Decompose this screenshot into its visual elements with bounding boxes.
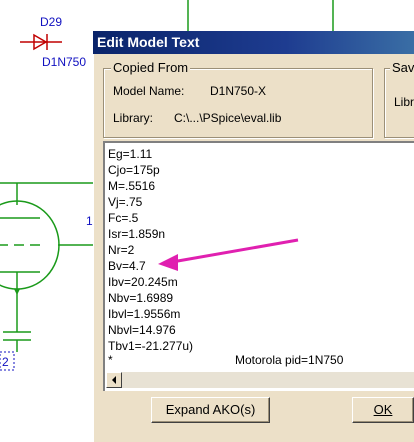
capacitor-symbol[interactable] bbox=[3, 322, 31, 352]
ok-label: OK bbox=[373, 402, 393, 417]
model-comment: Motorola pid=1N750 bbox=[235, 353, 344, 367]
model-line: M=.5516 bbox=[108, 179, 156, 193]
model-line: Nbvl=14.976 bbox=[108, 323, 176, 337]
model-line: Nr=2 bbox=[108, 243, 135, 257]
model-line: * bbox=[108, 353, 113, 367]
save-to-heading: Sav bbox=[390, 60, 414, 75]
model-line: Vj=.75 bbox=[108, 195, 143, 209]
model-name-value: D1N750-X bbox=[210, 84, 267, 98]
dialog-titlebar[interactable]: Edit Model Text bbox=[93, 31, 414, 54]
model-line: Bv=4.7 bbox=[108, 259, 146, 273]
dialog-title: Edit Model Text bbox=[97, 34, 200, 50]
expand-ako-button[interactable]: Expand AKO(s) bbox=[151, 397, 270, 423]
model-line: Cjo=175p bbox=[108, 163, 160, 177]
horizontal-scrollbar[interactable] bbox=[106, 372, 414, 388]
diode-reference: D29 bbox=[40, 15, 63, 29]
model-text-editor[interactable]: Eg=1.11 Cjo=175p M=.5516 Vj=.75 Fc=.5 Is… bbox=[103, 141, 414, 391]
model-name-label: Model Name: bbox=[113, 84, 185, 98]
diode-symbol[interactable] bbox=[20, 33, 62, 51]
ok-button[interactable]: OK bbox=[352, 397, 414, 423]
pin-label: 1 bbox=[86, 214, 93, 228]
diode-part-name: D1N750 bbox=[42, 55, 87, 69]
library-label: Library: bbox=[113, 111, 154, 125]
model-line: Fc=.5 bbox=[108, 211, 139, 225]
model-line: Nbv=1.6989 bbox=[108, 291, 174, 305]
device-symbol[interactable] bbox=[0, 200, 60, 322]
scroll-left-icon bbox=[112, 376, 116, 384]
library-value: C:\...\PSpice\eval.lib bbox=[174, 111, 282, 125]
ground-label: 2 bbox=[2, 355, 9, 369]
save-library-label: Libr bbox=[394, 95, 414, 109]
model-line: Ibvl=1.9556m bbox=[108, 307, 181, 321]
scroll-left-button[interactable] bbox=[106, 372, 122, 388]
model-line: Eg=1.11 bbox=[108, 147, 153, 161]
model-line: Ibv=20.245m bbox=[108, 275, 178, 289]
copied-from-group bbox=[103, 68, 373, 138]
model-line: Isr=1.859n bbox=[108, 227, 166, 241]
copied-from-heading: Copied From bbox=[111, 60, 191, 75]
model-line: Tbv1=-21.277u) bbox=[108, 339, 194, 353]
